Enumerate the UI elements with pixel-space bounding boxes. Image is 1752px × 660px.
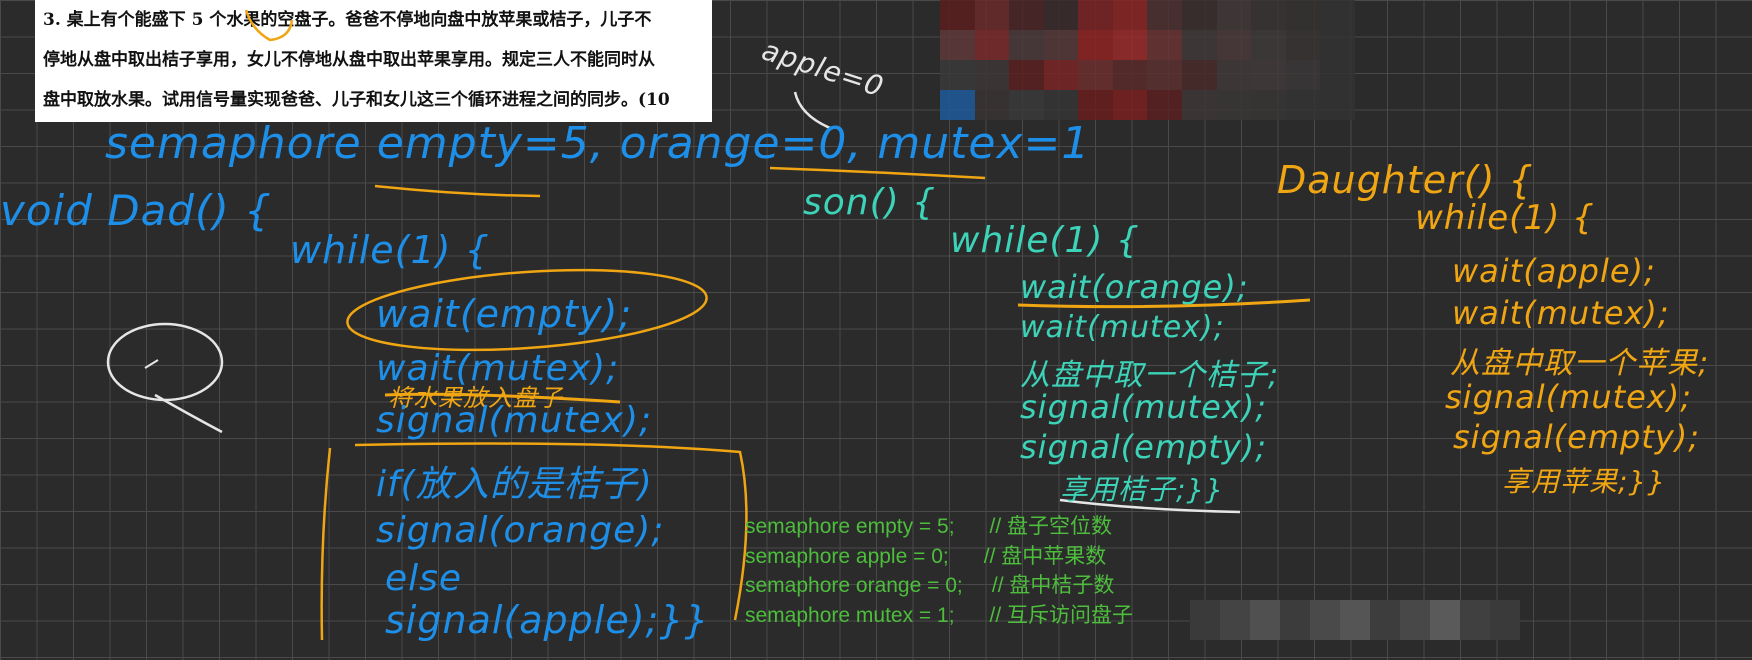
dad-line: else bbox=[385, 558, 463, 599]
semaphore-declaration: semaphore empty=5, orange=0, mutex=1 bbox=[105, 118, 1091, 169]
question-line: 停地从盘中取出桔子享用，女儿不停地从盘中取出苹果享用。规定三人不能同时从 bbox=[43, 50, 655, 70]
tail-stroke bbox=[154, 393, 223, 434]
code-line: semaphore apple = 0; // 盘中苹果数 bbox=[745, 544, 1107, 568]
daughter-line: 从盘中取一个苹果; bbox=[1450, 346, 1710, 381]
son-loop: while(1) { bbox=[950, 220, 1140, 261]
question-line: 盘中取放水果。试用信号量实现爸爸、儿子和女儿这三个循环进程之间的同步。(10 bbox=[43, 90, 670, 110]
daughter-line: wait(apple); bbox=[1452, 252, 1656, 290]
dad-loop: while(1) { bbox=[290, 228, 490, 272]
underline-stroke bbox=[769, 166, 986, 180]
daughter-loop: while(1) { bbox=[1415, 198, 1595, 238]
dad-line: signal(apple);}} bbox=[385, 598, 710, 642]
apple-note: apple=0 bbox=[757, 33, 889, 104]
son-line: signal(mutex); bbox=[1020, 388, 1268, 426]
code-line: semaphore mutex = 1; // 互斥访问盘子 bbox=[745, 603, 1134, 627]
underline-stroke bbox=[374, 184, 541, 198]
son-line: 享用桔子;}} bbox=[1060, 473, 1225, 506]
son-line: signal(empty); bbox=[1020, 428, 1268, 466]
son-line: wait(orange); bbox=[1020, 268, 1249, 306]
daughter-line: signal(empty); bbox=[1453, 418, 1701, 456]
code-line: semaphore orange = 0; // 盘中桔子数 bbox=[745, 574, 1115, 597]
daughter-line: wait(mutex); bbox=[1452, 294, 1670, 332]
question-text-panel: 3. 桌上有个能盛下 5 个水果的空盘子。爸爸不停地向盘中放苹果或桔子，儿子不 … bbox=[35, 0, 712, 122]
daughter-line: signal(mutex); bbox=[1445, 378, 1693, 416]
dad-line: if(放入的是桔子) bbox=[376, 464, 653, 505]
bracket-stroke bbox=[320, 447, 332, 641]
son-line: wait(mutex); bbox=[1020, 310, 1225, 345]
empty-circle-stroke bbox=[106, 322, 224, 402]
question-line: 3. 桌上有个能盛下 5 个水果的空盘子。爸爸不停地向盘中放苹果或桔子，儿子不 bbox=[43, 10, 652, 30]
redacted-pixel-strip bbox=[1190, 600, 1520, 640]
typed-semaphore-code: semaphore empty = 5; // 盘子空位数 semaphore … bbox=[745, 512, 1133, 630]
code-line: semaphore empty = 5; // 盘子空位数 bbox=[745, 515, 1113, 538]
son-header: son() { bbox=[803, 182, 937, 223]
daughter-line: 享用苹果;}} bbox=[1502, 465, 1667, 498]
dad-line: wait(empty); bbox=[376, 292, 633, 336]
dad-line: signal(mutex); bbox=[376, 400, 653, 441]
daughter-header: Daughter() { bbox=[1277, 158, 1534, 202]
redacted-pixelated-region bbox=[940, 0, 1355, 120]
tick-stroke bbox=[144, 359, 159, 369]
dad-header: void Dad() { bbox=[0, 186, 272, 235]
dad-line: signal(orange); bbox=[376, 510, 665, 551]
